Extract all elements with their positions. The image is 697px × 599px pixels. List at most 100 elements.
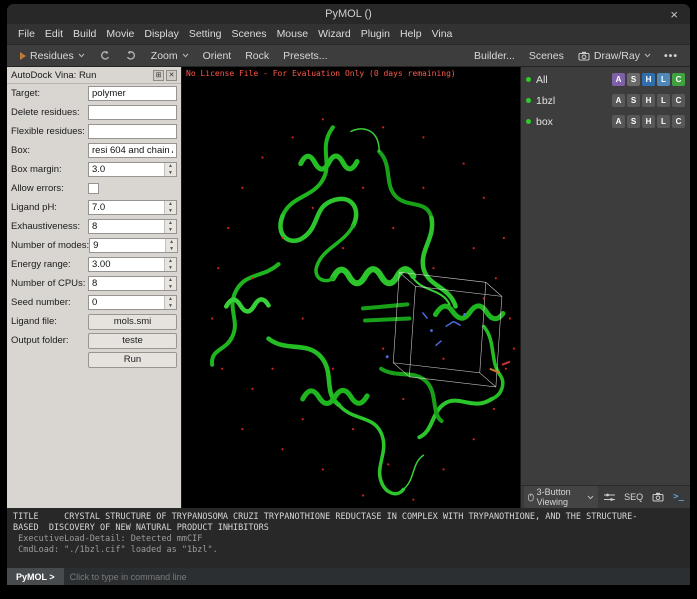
spinner-down-icon[interactable]: ▼ bbox=[165, 284, 176, 291]
command-line-input[interactable] bbox=[64, 568, 690, 585]
object-name-1bzl[interactable]: 1bzl bbox=[536, 95, 610, 107]
title-bar[interactable]: PyMOL () × bbox=[7, 4, 690, 24]
overflow-menu-button[interactable]: ••• bbox=[658, 50, 684, 62]
box-input[interactable] bbox=[88, 143, 177, 158]
field-output-folder: Output folder: teste bbox=[7, 331, 181, 350]
terminal-toggle-button[interactable]: >_ bbox=[670, 491, 687, 503]
undo-button[interactable] bbox=[92, 48, 118, 64]
field-ligand-file: Ligand file: mols.smi bbox=[7, 312, 181, 331]
object-row-box: box A S H L C bbox=[521, 111, 690, 132]
spinner-down-icon[interactable]: ▼ bbox=[165, 303, 176, 310]
builder-button[interactable]: Builder... bbox=[467, 48, 522, 64]
run-button[interactable]: Run bbox=[88, 352, 177, 368]
menu-plugin[interactable]: Plugin bbox=[356, 26, 395, 42]
protein-cartoon bbox=[182, 67, 520, 508]
menu-build[interactable]: Build bbox=[68, 26, 101, 42]
menu-help[interactable]: Help bbox=[395, 26, 427, 42]
spinner-down-icon[interactable]: ▼ bbox=[165, 265, 176, 272]
hide-button[interactable]: H bbox=[642, 94, 655, 107]
vina-panel-title: AutoDock Vina: Run bbox=[11, 70, 151, 81]
color-button[interactable]: C bbox=[672, 73, 685, 86]
mouse-mode-dropdown[interactable]: 3-Button Viewing bbox=[524, 486, 598, 508]
output-console[interactable]: TITLE CRYSTAL STRUCTURE OF TRYPANOSOMA C… bbox=[7, 508, 690, 568]
hide-button[interactable]: H bbox=[642, 73, 655, 86]
energy-range-input[interactable] bbox=[89, 258, 164, 271]
zoom-dropdown[interactable]: Zoom bbox=[144, 48, 196, 64]
menu-display[interactable]: Display bbox=[139, 26, 183, 42]
label-button[interactable]: L bbox=[657, 115, 670, 128]
menu-edit[interactable]: Edit bbox=[40, 26, 68, 42]
ligand-ph-input[interactable] bbox=[89, 201, 164, 214]
field-flexible-residues: Flexible residues: bbox=[7, 122, 181, 141]
field-energy-range: Energy range: ▲▼ bbox=[7, 255, 181, 274]
action-button[interactable]: A bbox=[612, 115, 625, 128]
exhaustiveness-input[interactable] bbox=[89, 220, 164, 233]
color-button[interactable]: C bbox=[672, 94, 685, 107]
spinner-down-icon[interactable]: ▼ bbox=[165, 227, 176, 234]
close-icon[interactable]: × bbox=[670, 4, 678, 24]
panel-float-icon[interactable]: ⊞ bbox=[153, 70, 164, 81]
scenes-button[interactable]: Scenes bbox=[522, 48, 571, 64]
chevron-down-icon bbox=[78, 53, 85, 58]
orient-button[interactable]: Orient bbox=[196, 48, 239, 64]
ligand-file-button[interactable]: mols.smi bbox=[88, 314, 177, 330]
zoom-label: Zoom bbox=[151, 50, 178, 62]
rock-button[interactable]: Rock bbox=[238, 48, 276, 64]
seed-number-input[interactable] bbox=[89, 296, 164, 309]
redo-icon bbox=[125, 50, 137, 62]
spinner-down-icon[interactable]: ▼ bbox=[165, 208, 176, 215]
3d-viewport[interactable]: No License File - For Evaluation Only (0… bbox=[182, 67, 520, 508]
field-delete-residues: Delete residues: bbox=[7, 103, 181, 122]
command-bar: PyMOL > bbox=[7, 568, 690, 585]
menu-wizard[interactable]: Wizard bbox=[313, 26, 356, 42]
snapshot-button[interactable] bbox=[649, 491, 667, 503]
mouse-mode-label: 3-Button Viewing bbox=[537, 487, 585, 507]
show-button[interactable]: S bbox=[627, 73, 640, 86]
spinner-down-icon[interactable]: ▼ bbox=[165, 170, 176, 177]
presets-button[interactable]: Presets... bbox=[276, 48, 334, 64]
target-input[interactable] bbox=[88, 86, 177, 101]
show-button[interactable]: S bbox=[627, 115, 640, 128]
color-button[interactable]: C bbox=[672, 115, 685, 128]
seq-toggle-button[interactable]: SEQ bbox=[621, 491, 646, 503]
label-button[interactable]: L bbox=[657, 73, 670, 86]
menu-setting[interactable]: Setting bbox=[184, 26, 227, 42]
delete-residues-input[interactable] bbox=[88, 105, 177, 120]
field-box-margin: Box margin: ▲▼ bbox=[7, 160, 181, 179]
number-of-modes-input[interactable] bbox=[90, 239, 165, 252]
number-of-cpus-input[interactable] bbox=[89, 277, 164, 290]
flexible-residues-input[interactable] bbox=[88, 124, 177, 139]
draw-ray-dropdown[interactable]: Draw/Ray bbox=[571, 48, 658, 64]
eval-license-notice: No License File - For Evaluation Only (0… bbox=[186, 69, 456, 78]
object-list: All A S H L C 1bzl A S H L C bbox=[521, 67, 690, 485]
panel-close-icon[interactable]: ✕ bbox=[166, 70, 177, 81]
field-exhaustiveness: Exhaustiveness: ▲▼ bbox=[7, 217, 181, 236]
field-number-of-cpus: Number of CPUs: ▲▼ bbox=[7, 274, 181, 293]
menu-file[interactable]: File bbox=[13, 26, 40, 42]
vina-panel-header: AutoDock Vina: Run ⊞ ✕ bbox=[7, 67, 181, 84]
object-name-box[interactable]: box bbox=[536, 116, 610, 128]
action-button[interactable]: A bbox=[612, 94, 625, 107]
residues-dropdown[interactable]: Residues bbox=[13, 48, 92, 64]
redo-button[interactable] bbox=[118, 48, 144, 64]
menu-mouse[interactable]: Mouse bbox=[272, 26, 314, 42]
hide-button[interactable]: H bbox=[642, 115, 655, 128]
menu-vina[interactable]: Vina bbox=[427, 26, 458, 42]
pymol-prompt-label: PyMOL > bbox=[7, 568, 64, 585]
allow-errors-checkbox[interactable] bbox=[88, 183, 99, 194]
show-button[interactable]: S bbox=[627, 94, 640, 107]
menu-scenes[interactable]: Scenes bbox=[227, 26, 272, 42]
settings-sliders-button[interactable] bbox=[601, 492, 618, 503]
output-folder-button[interactable]: teste bbox=[88, 333, 177, 349]
action-button[interactable]: A bbox=[612, 73, 625, 86]
label-button[interactable]: L bbox=[657, 94, 670, 107]
field-number-of-modes: Number of modes: ▲▼ bbox=[7, 236, 181, 255]
object-color-dot bbox=[526, 119, 531, 124]
menu-movie[interactable]: Movie bbox=[101, 26, 139, 42]
viewing-mode-bar: 3-Button Viewing SEQ >_ bbox=[521, 485, 690, 508]
object-name-all[interactable]: All bbox=[536, 74, 610, 86]
object-row-1bzl: 1bzl A S H L C bbox=[521, 90, 690, 111]
spinner-down-icon[interactable]: ▼ bbox=[166, 246, 177, 253]
object-row-all: All A S H L C bbox=[521, 69, 690, 90]
box-margin-input[interactable] bbox=[89, 163, 164, 176]
